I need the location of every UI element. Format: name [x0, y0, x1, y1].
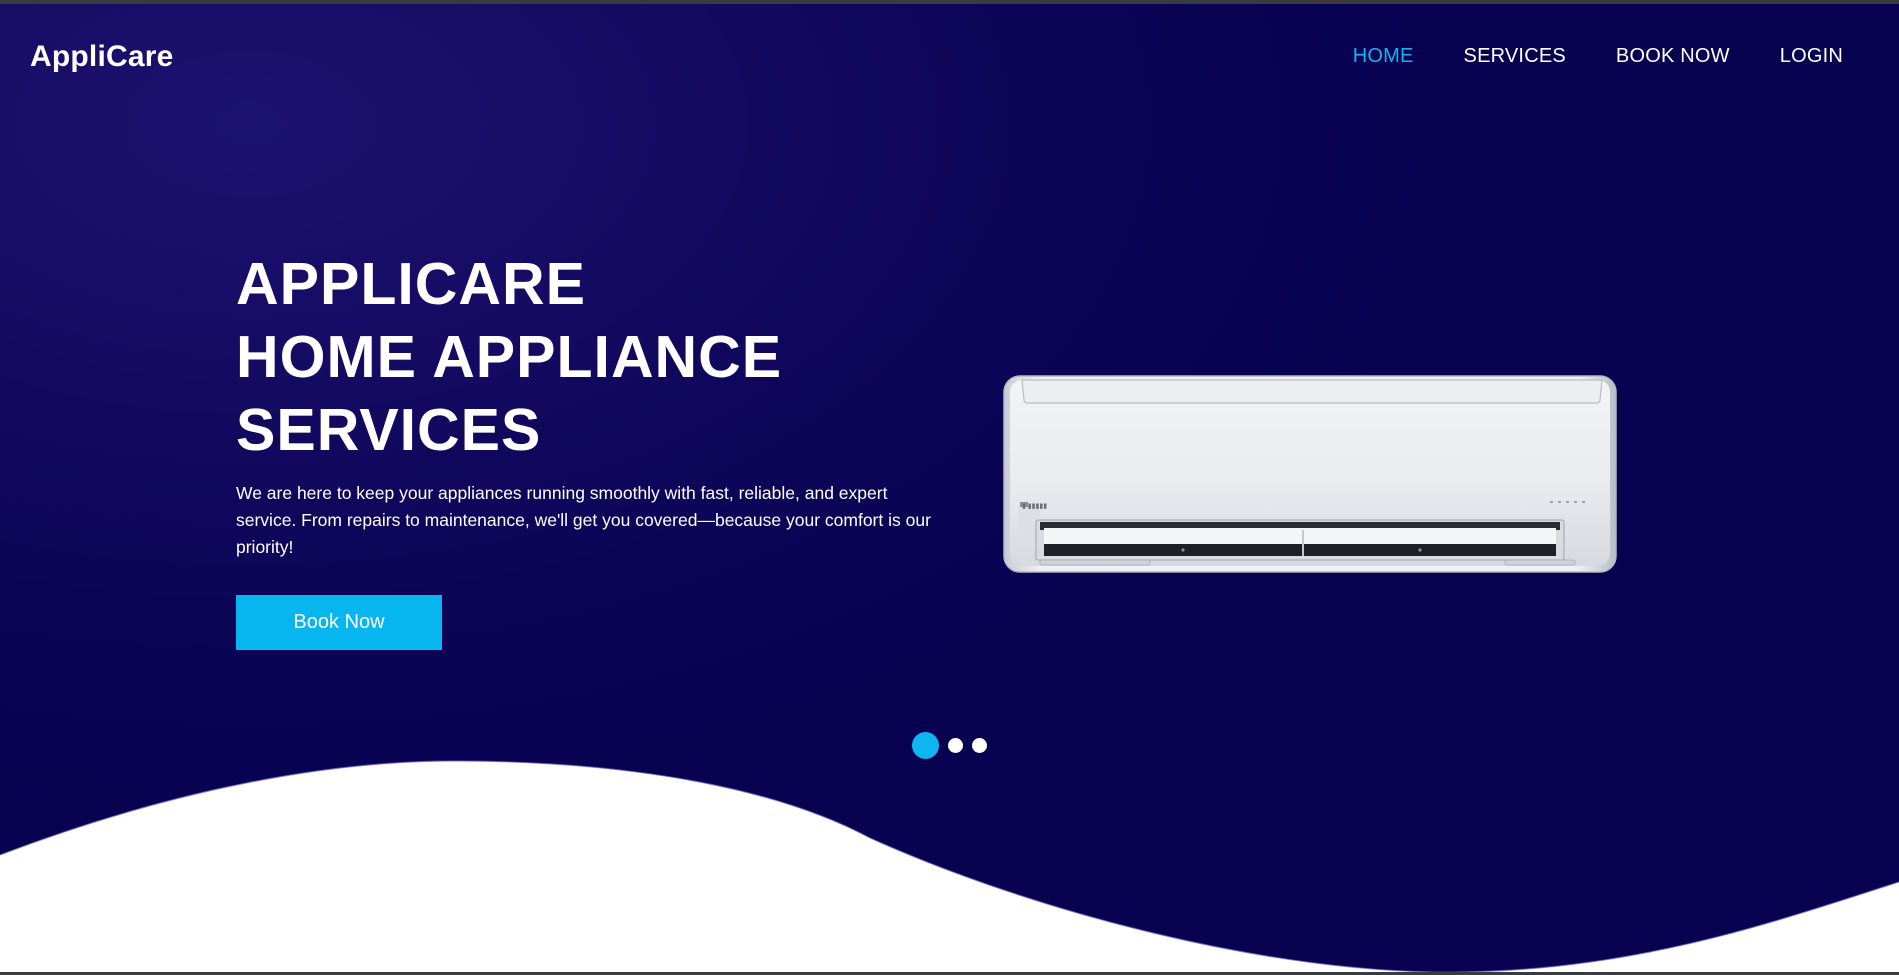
- nav-home-link[interactable]: HOME: [1353, 45, 1414, 68]
- main-nav: HOME SERVICES BOOK NOW LOGIN: [1353, 45, 1843, 68]
- hero-title-line-3: SERVICES: [236, 397, 542, 463]
- svg-text:▮ ▮▮▮▮▮: ▮ ▮▮▮▮▮: [1022, 503, 1047, 510]
- carousel-dot-2[interactable]: [948, 738, 963, 753]
- carousel-dot-1[interactable]: [912, 732, 939, 759]
- carousel-dot-3[interactable]: [972, 738, 987, 753]
- air-conditioner-image: ▮ ▮▮▮▮▮: [1000, 370, 1620, 580]
- hero-title-line-2: HOME APPLIANCE: [236, 324, 783, 390]
- book-now-button[interactable]: Book Now: [236, 595, 442, 650]
- hero-title-line-1: APPLICARE: [236, 251, 586, 317]
- nav-services-link[interactable]: SERVICES: [1464, 45, 1566, 68]
- nav-login-link[interactable]: LOGIN: [1780, 45, 1843, 68]
- nav-book-now-link[interactable]: BOOK NOW: [1616, 45, 1730, 68]
- hero-description: We are here to keep your appliances runn…: [236, 483, 931, 557]
- hero-title: APPLICARE HOME APPLIANCE SERVICES: [236, 248, 782, 467]
- hero-section: AppliCare HOME SERVICES BOOK NOW LOGIN A…: [0, 4, 1899, 975]
- carousel-indicators: [912, 732, 987, 759]
- air-conditioner-illustration: ▮ ▮▮▮▮▮: [1003, 375, 1617, 573]
- brand-logo[interactable]: AppliCare: [30, 40, 174, 74]
